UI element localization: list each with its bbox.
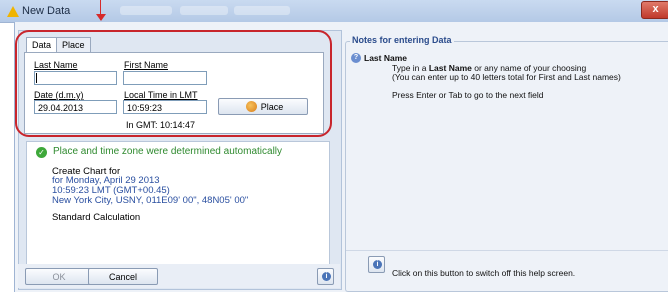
warning-triangle-icon: [7, 6, 19, 17]
notes-heading: Last Name: [364, 53, 407, 63]
cancel-button[interactable]: Cancel: [88, 268, 158, 285]
check-circle-icon: ✓: [36, 147, 47, 158]
status-headline: Place and time zone were determined auto…: [53, 146, 283, 157]
notes-line-2: (You can enter up to 40 letters total fo…: [392, 72, 621, 82]
close-button[interactable]: x: [641, 1, 668, 19]
help-info-icon: i: [322, 272, 331, 281]
notes-footer: Click on this button to switch off this …: [392, 268, 576, 278]
notes-title: Notes for entering Data: [350, 35, 454, 45]
title-bar-blurred-text: [120, 6, 172, 15]
help-toggle-button[interactable]: i: [317, 268, 334, 285]
title-bar-blurred-text: [180, 6, 228, 15]
chart-location: New York City, USNY, 011E09' 00", 48N05'…: [52, 195, 249, 206]
annotation-highlight: [15, 30, 332, 137]
help-switch-off-button[interactable]: i: [368, 256, 385, 273]
window-title: New Data: [22, 5, 71, 17]
help-info-icon: i: [373, 260, 382, 269]
annotation-arrow-head: [96, 14, 106, 21]
title-bar-blurred-text: [234, 6, 290, 15]
calculation-type: Standard Calculation: [52, 212, 141, 223]
question-circle-icon: ?: [351, 53, 361, 63]
notes-line-3: Press Enter or Tab to go to the next fie…: [392, 90, 544, 100]
notes-separator: [346, 250, 668, 251]
ok-button[interactable]: OK: [25, 268, 93, 285]
